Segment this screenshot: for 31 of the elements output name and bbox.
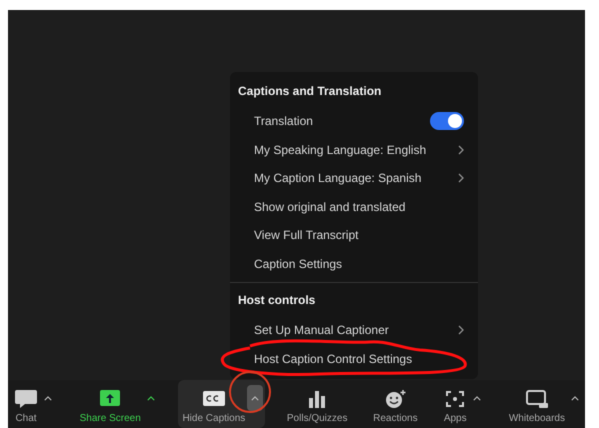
toolbar-button[interactable]: Share Screen (78, 384, 143, 424)
menu-item[interactable]: My Caption Language: Spanish (254, 171, 422, 186)
menu-item[interactable]: Caption Settings (254, 256, 342, 271)
menu-item[interactable]: My Speaking Language: English (254, 142, 426, 157)
caret-icon (473, 396, 482, 400)
caret-icon (571, 396, 579, 400)
menu-item[interactable]: Set Up Manual Captioner (254, 323, 389, 338)
menu-item[interactable]: Translation (254, 114, 313, 128)
chevron-icon (458, 173, 464, 184)
cc-icon (202, 388, 226, 408)
circle-annotation (228, 370, 272, 414)
toolbar-button[interactable]: Apps (441, 384, 470, 424)
toolbar-button[interactable]: Polls/Quizzes (284, 384, 350, 424)
chevron-icon (458, 144, 464, 155)
chevron-icon (458, 325, 464, 336)
toolbar-button[interactable]: Reactions (371, 384, 420, 424)
menu-item[interactable]: View Full Transcript (254, 228, 358, 242)
menu-item[interactable]: Host Caption Control Settings (254, 352, 412, 366)
caret-icon (146, 396, 155, 400)
toolbar-button[interactable]: Chat (12, 384, 40, 424)
toolbar-button[interactable]: Whiteboards (506, 384, 567, 424)
speech-bubble-icon (14, 388, 38, 408)
section-heading: Captions and Translation (237, 83, 382, 100)
caret-button[interactable] (247, 385, 264, 411)
toggle-switch[interactable] (430, 112, 464, 130)
section-heading: Host controls (237, 292, 316, 309)
caret-icon (251, 396, 260, 400)
whiteboard-icon (524, 388, 549, 408)
caret-icon (44, 396, 52, 400)
smiley-icon (383, 388, 408, 408)
menu-item[interactable]: Show original and translated (254, 200, 406, 214)
